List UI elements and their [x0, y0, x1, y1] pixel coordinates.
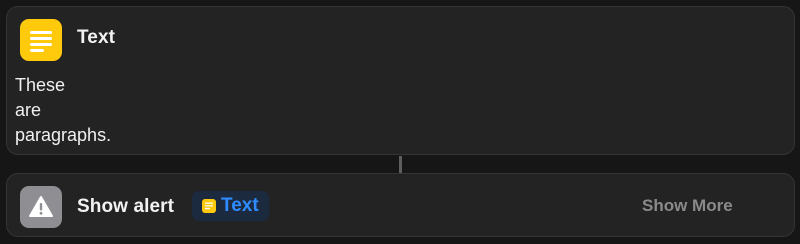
text-action-card[interactable]: Text These are paragraphs. [6, 6, 795, 155]
show-more-button[interactable]: Show More [642, 196, 733, 216]
show-alert-action-icon [20, 186, 62, 228]
warning-triangle-icon [29, 196, 53, 217]
text-lines-icon [30, 31, 52, 52]
show-alert-action-title: Show alert [77, 196, 175, 217]
show-alert-action-card[interactable]: Show alert Text Show More [6, 173, 795, 237]
text-content-field[interactable]: These are paragraphs. [15, 73, 215, 148]
shortcut-editor: Text These are paragraphs. Show alert Te… [0, 0, 800, 244]
text-variable-token[interactable]: Text [192, 191, 269, 221]
text-variable-label: Text [221, 195, 259, 216]
text-action-title: Text [77, 27, 116, 48]
action-connector [399, 156, 402, 173]
text-lines-icon [202, 199, 216, 213]
text-action-icon [20, 19, 62, 61]
